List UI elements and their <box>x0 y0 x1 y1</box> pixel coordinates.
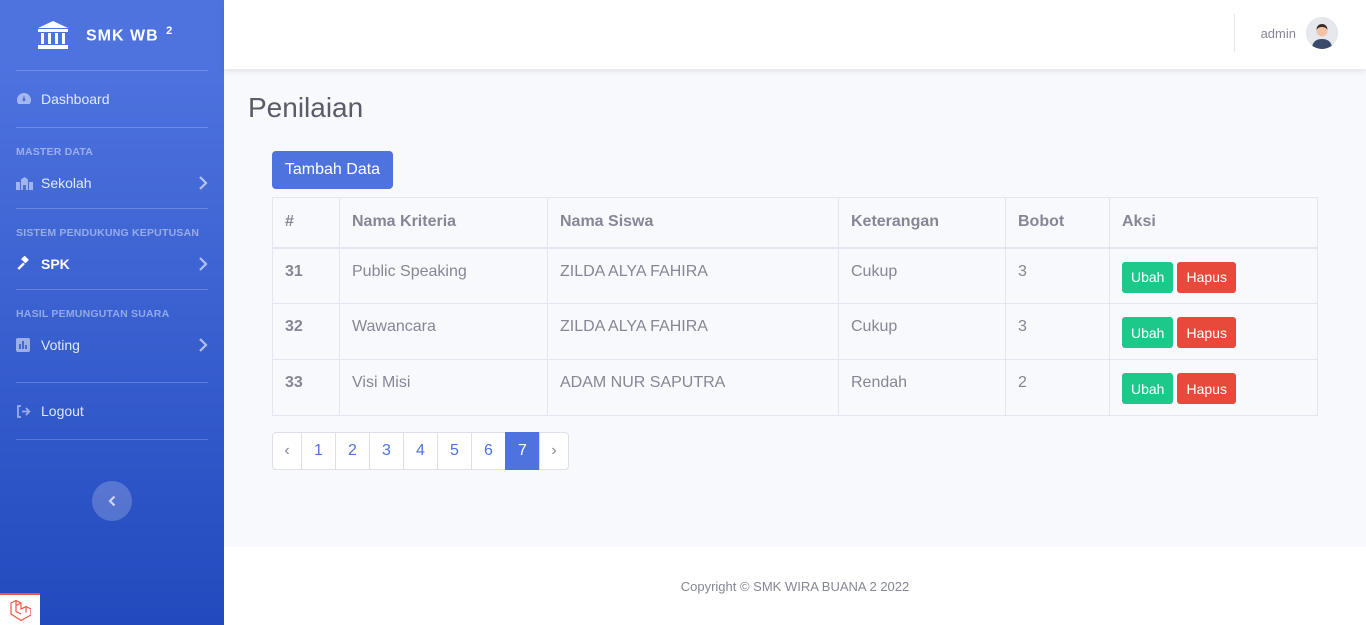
table-header-row: # Nama Kriteria Nama Siswa Keterangan Bo… <box>272 197 1318 249</box>
delete-button[interactable]: Hapus <box>1177 261 1236 293</box>
cell-kriteria: Wawancara <box>339 303 548 360</box>
chevron-right-icon <box>199 257 208 271</box>
cell-aksi: Ubah Hapus <box>1109 303 1318 360</box>
sidebar-divider <box>16 439 208 440</box>
sidebar-item-dashboard[interactable]: Dashboard <box>0 71 224 127</box>
pagination-page-1[interactable]: 1 <box>301 432 336 470</box>
sidebar: SMK WB 2 Dashboard MASTER DATA Sekolah S… <box>0 0 224 625</box>
delete-button[interactable]: Hapus <box>1177 373 1236 404</box>
poll-icon <box>16 338 33 352</box>
copyright-text: Copyright © SMK WIRA BUANA 2 2022 <box>680 578 910 594</box>
column-header: Keterangan <box>838 197 1006 249</box>
table-row: 33 Visi Misi ADAM NUR SAPUTRA Rendah 2 U… <box>272 359 1318 416</box>
footer: Copyright © SMK WIRA BUANA 2 2022 <box>224 547 1366 625</box>
pagination-page-2[interactable]: 2 <box>335 432 370 470</box>
pagination-prev[interactable]: ‹ <box>272 432 302 470</box>
username: admin <box>1260 25 1296 41</box>
cell-keterangan: Cukup <box>838 303 1006 360</box>
sidebar-item-label: Dashboard <box>41 91 110 107</box>
penilaian-table: # Nama Kriteria Nama Siswa Keterangan Bo… <box>272 197 1318 416</box>
table-row: 32 Wawancara ZILDA ALYA FAHIRA Cukup 3 U… <box>272 303 1318 360</box>
sidebar-item-sekolah[interactable]: Sekolah <box>0 158 224 208</box>
sidebar-item-voting[interactable]: Voting <box>0 320 224 370</box>
sidebar-item-label: Voting <box>41 337 80 353</box>
add-data-button[interactable]: Tambah Data <box>272 151 393 189</box>
edit-button[interactable]: Ubah <box>1122 317 1174 348</box>
avatar <box>1306 17 1338 49</box>
cell-keterangan: Cukup <box>838 247 1006 304</box>
cell-bobot: 2 <box>1005 359 1110 416</box>
cell-siswa: ZILDA ALYA FAHIRA <box>547 303 839 360</box>
delete-button[interactable]: Hapus <box>1177 317 1236 348</box>
chevron-left-icon <box>108 495 116 507</box>
sidebar-divider <box>16 208 208 209</box>
edit-button[interactable]: Ubah <box>1122 261 1174 293</box>
cell-aksi: Ubah Hapus <box>1109 359 1318 416</box>
column-header: Bobot <box>1005 197 1110 249</box>
sidebar-item-spk[interactable]: SPK <box>0 239 224 289</box>
cell-bobot: 3 <box>1005 247 1110 304</box>
chevron-right-icon <box>199 338 208 352</box>
sidebar-item-label: Logout <box>41 403 84 419</box>
sidebar-toggle-button[interactable] <box>92 481 132 521</box>
pagination-page-5[interactable]: 5 <box>437 432 472 470</box>
cell-aksi: Ubah Hapus <box>1109 247 1318 304</box>
cell-keterangan: Rendah <box>838 359 1006 416</box>
cell-siswa: ADAM NUR SAPUTRA <box>547 359 839 416</box>
gavel-icon <box>16 256 33 272</box>
sign-out-icon <box>16 404 33 418</box>
sidebar-item-label: SPK <box>41 256 70 272</box>
page-title: Penilaian <box>248 92 364 123</box>
topbar-divider <box>1234 14 1235 52</box>
sidebar-heading-voting: HASIL PEMUNGUTAN SUARA <box>16 308 170 320</box>
cell-siswa: ZILDA ALYA FAHIRA <box>547 247 839 304</box>
laravel-icon <box>10 599 31 621</box>
column-header: Aksi <box>1109 197 1318 249</box>
cell-kriteria: Public Speaking <box>339 247 548 304</box>
column-header: Nama Siswa <box>547 197 839 249</box>
cell-number: 33 <box>272 359 340 416</box>
column-header: # <box>272 197 340 249</box>
topbar: admin <box>224 0 1366 69</box>
pagination-next[interactable]: › <box>539 432 569 470</box>
brand[interactable]: SMK WB 2 <box>0 0 224 70</box>
school-icon <box>16 176 33 190</box>
pagination-page-7[interactable]: 7 <box>505 432 540 470</box>
university-icon <box>38 21 68 49</box>
cell-bobot: 3 <box>1005 303 1110 360</box>
sidebar-divider <box>16 127 208 128</box>
laravel-debug-badge[interactable] <box>0 593 40 625</box>
sidebar-heading-master: MASTER DATA <box>16 146 94 158</box>
chevron-right-icon <box>199 176 208 190</box>
cell-number: 32 <box>272 303 340 360</box>
column-header: Nama Kriteria <box>339 197 548 249</box>
pagination: ‹ 1 2 3 4 5 6 7 › <box>272 432 569 470</box>
cell-number: 31 <box>272 247 340 304</box>
table-row: 31 Public Speaking ZILDA ALYA FAHIRA Cuk… <box>272 247 1318 304</box>
cell-kriteria: Visi Misi <box>339 359 548 416</box>
edit-button[interactable]: Ubah <box>1122 373 1174 404</box>
pagination-page-4[interactable]: 4 <box>403 432 438 470</box>
sidebar-item-label: Sekolah <box>41 175 92 191</box>
pagination-page-6[interactable]: 6 <box>471 432 506 470</box>
brand-text: SMK WB 2 <box>86 24 174 45</box>
user-dropdown[interactable]: admin <box>1261 17 1338 49</box>
pagination-page-3[interactable]: 3 <box>369 432 404 470</box>
sidebar-divider <box>16 289 208 290</box>
tachometer-icon <box>16 92 33 106</box>
sidebar-heading-spk: SISTEM PENDUKUNG KEPUTUSAN <box>16 227 200 239</box>
sidebar-item-logout[interactable]: Logout <box>0 383 224 439</box>
